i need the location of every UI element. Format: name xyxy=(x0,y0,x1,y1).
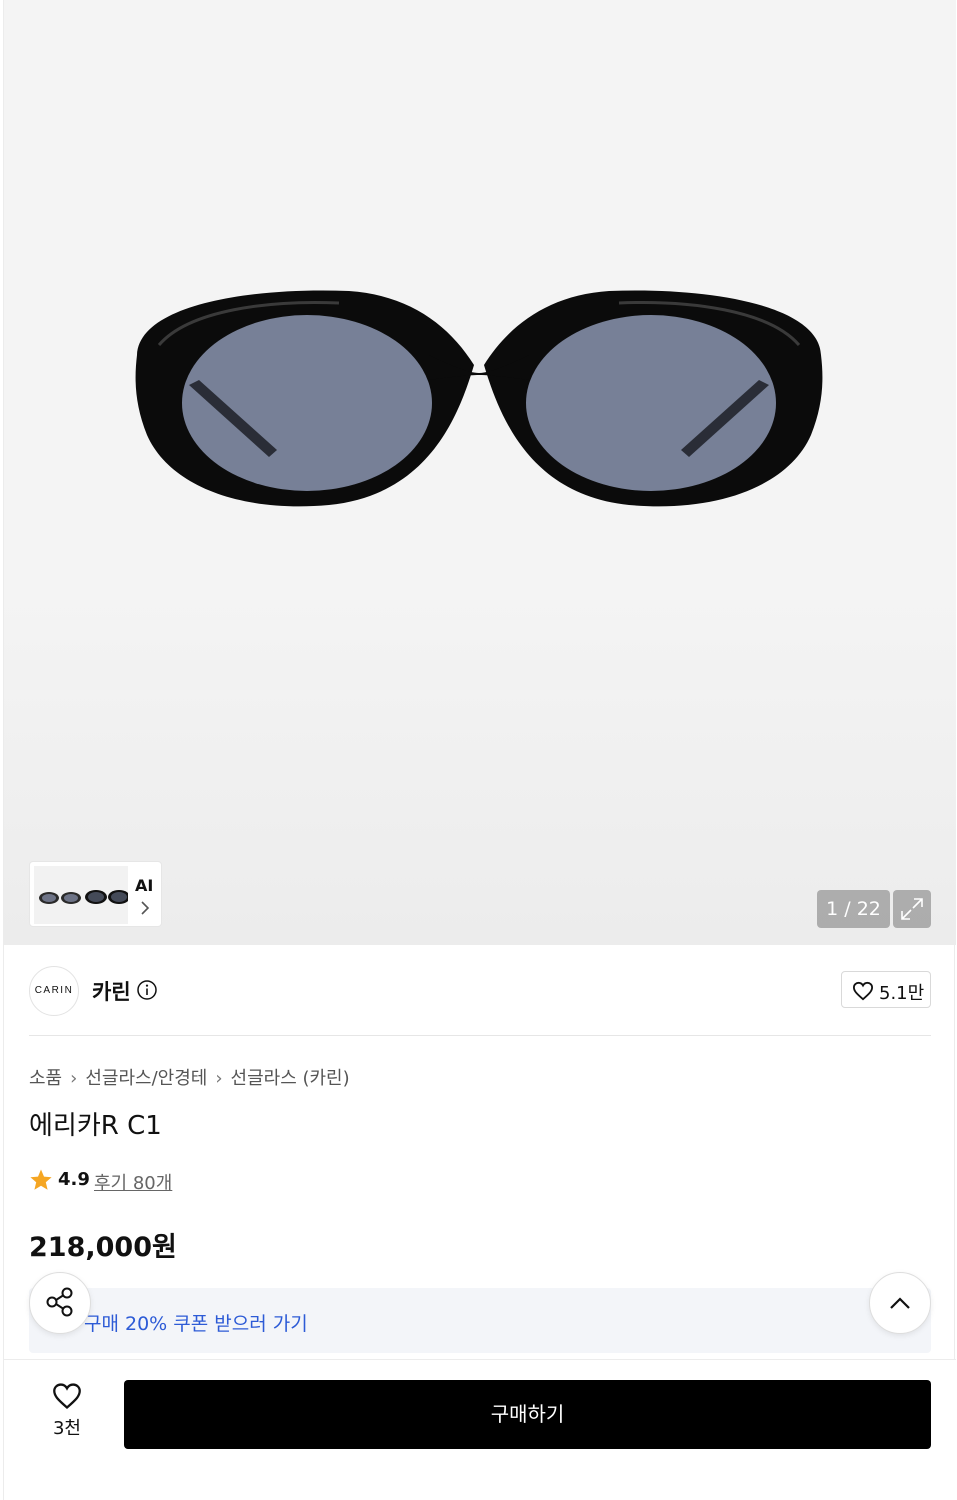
review-link[interactable]: 후기 80개 xyxy=(94,1169,172,1195)
info-icon[interactable] xyxy=(137,980,157,1000)
heart-icon xyxy=(53,1383,81,1409)
chevron-up-icon xyxy=(890,1297,910,1309)
coupon-text: 구매 20% 쿠폰 받으러 가기 xyxy=(84,1313,308,1335)
chevron-right-icon: › xyxy=(70,1068,78,1089)
ai-label: AI xyxy=(135,876,154,895)
buy-button[interactable]: 구매하기 xyxy=(124,1380,931,1449)
share-button[interactable] xyxy=(29,1272,91,1334)
heart-icon xyxy=(852,981,874,1001)
coupon-banner[interactable]: 구매 20% 쿠폰 받으러 가기 xyxy=(29,1288,931,1353)
breadcrumb-item[interactable]: 소품 xyxy=(29,1068,62,1089)
wishlist-button[interactable]: 3천 xyxy=(44,1382,90,1442)
brand-name[interactable]: 카린 xyxy=(92,976,131,1006)
scroll-top-button[interactable] xyxy=(869,1272,931,1334)
sunglasses-image xyxy=(135,290,823,507)
product-price: 218,000원 xyxy=(29,1232,177,1263)
image-counter: 1 / 22 xyxy=(817,890,890,928)
star-icon xyxy=(30,1169,52,1190)
brand-logo[interactable]: CARIN xyxy=(29,966,79,1016)
thumbnail-glasses xyxy=(34,866,128,924)
brand-like-count: 5.1만 xyxy=(879,983,925,1004)
breadcrumb: 소품 › 선글라스/안경테 › 선글라스 (카린) xyxy=(29,1064,350,1090)
breadcrumb-item[interactable]: 선글라스 (카린) xyxy=(231,1068,350,1089)
product-title: 에리카R C1 xyxy=(29,1111,162,1141)
share-icon xyxy=(46,1287,73,1317)
ai-similar-items-button[interactable]: AI xyxy=(29,861,162,927)
brand-like-button[interactable]: 5.1만 xyxy=(841,971,931,1008)
wishlist-count: 3천 xyxy=(52,1418,81,1439)
chevron-right-icon: › xyxy=(215,1068,223,1089)
product-image-gallery[interactable]: AI 1 / 22 xyxy=(4,0,956,945)
expand-button[interactable] xyxy=(893,890,931,928)
expand-icon xyxy=(901,898,923,920)
divider xyxy=(29,1035,931,1036)
chevron-right-icon xyxy=(141,901,150,915)
product-page: AI 1 / 22 CARIN 카린 5.1만 소품 › 선글라스/안경테 › 선글라스… xyxy=(3,0,956,1500)
bottom-action-bar: 3천 구매하기 xyxy=(4,1359,956,1500)
rating-score: 4.9 xyxy=(58,1169,90,1190)
breadcrumb-item[interactable]: 선글라스/안경테 xyxy=(85,1068,207,1089)
